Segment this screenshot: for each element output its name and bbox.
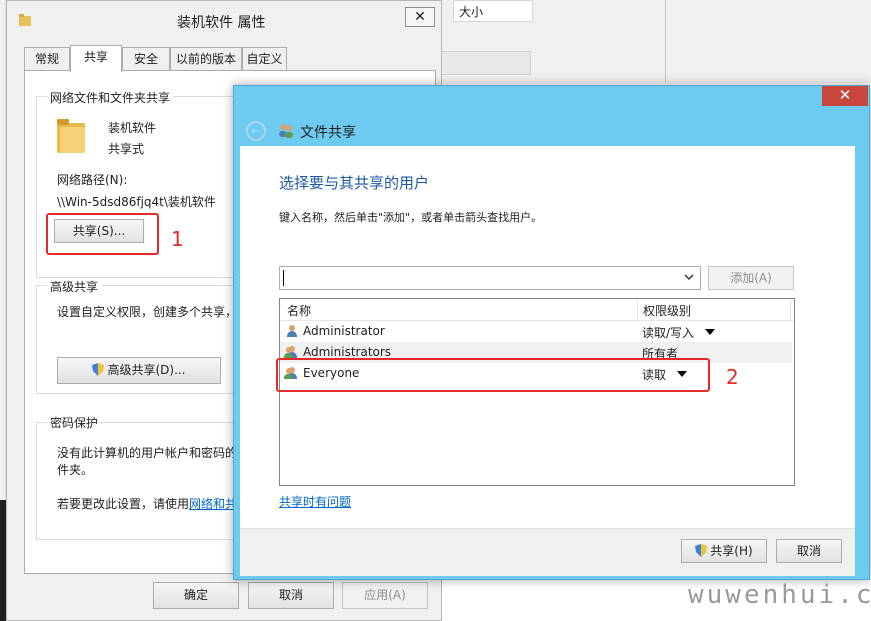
tab-label: 常规 bbox=[34, 52, 59, 66]
uac-shield-icon bbox=[92, 363, 105, 376]
close-icon: ✕ bbox=[414, 9, 426, 25]
advanced-sharing-button[interactable]: 高级共享(D)... bbox=[57, 357, 221, 384]
size-column-header[interactable]: 大小 bbox=[453, 0, 533, 22]
back-button[interactable]: ← bbox=[246, 121, 266, 141]
text-cursor bbox=[283, 270, 284, 286]
annotation-box-2 bbox=[276, 358, 710, 392]
tab-label: 安全 bbox=[133, 52, 158, 66]
network-path-value: \\Win-5dsd86fjq4t\装机软件 bbox=[57, 195, 216, 209]
user-name-combobox[interactable] bbox=[279, 266, 701, 290]
background-row bbox=[441, 51, 531, 75]
user-list: 名称 权限级别 Administrator 读取/写入 Administrato… bbox=[279, 298, 795, 486]
tab-label: 自定义 bbox=[246, 52, 283, 66]
column-header-name[interactable]: 名称 bbox=[287, 302, 311, 319]
network-path-label: 网络路径(N): bbox=[57, 173, 128, 187]
advanced-sharing-title: 高级共享 bbox=[47, 278, 102, 295]
ok-button[interactable]: 确定 bbox=[153, 582, 239, 609]
advanced-sharing-description: 设置自定义权限，创建多个共享，并 bbox=[57, 305, 250, 319]
close-button[interactable]: ✕ bbox=[405, 7, 435, 27]
sharing-footer: 共享(H) 取消 bbox=[240, 528, 855, 576]
watermark: wuwenhui.cn bbox=[688, 580, 871, 610]
tab-previous-versions[interactable]: 以前的版本 bbox=[170, 47, 242, 71]
properties-title: 装机软件 属性 bbox=[177, 15, 266, 31]
close-icon: ✕ bbox=[838, 86, 852, 104]
sharing-help-link[interactable]: 共享时有问题 bbox=[279, 493, 351, 510]
column-divider bbox=[637, 299, 638, 320]
password-description-1: 没有此计算机的用户帐户和密码的用 bbox=[57, 446, 250, 460]
sharing-cancel-button[interactable]: 取消 bbox=[776, 539, 842, 563]
user-name: Administrators bbox=[303, 345, 392, 359]
tab-general[interactable]: 常规 bbox=[24, 47, 70, 71]
network-sharing-title: 网络文件和文件夹共享 bbox=[47, 89, 174, 106]
advanced-sharing-button-label: 高级共享(D)... bbox=[107, 363, 186, 377]
share-confirm-label: 共享(H) bbox=[710, 544, 753, 558]
sharing-close-button[interactable]: ✕ bbox=[822, 86, 868, 106]
file-sharing-dialog: ✕ ← 文件共享 选择要与其共享的用户 键入名称，然后单击"添加"，或者单击箭头… bbox=[233, 85, 870, 580]
folder-icon bbox=[19, 14, 31, 26]
back-arrow-icon: ← bbox=[250, 124, 262, 138]
user-icon bbox=[286, 325, 298, 338]
share-confirm-button[interactable]: 共享(H) bbox=[681, 539, 767, 563]
uac-shield-icon bbox=[695, 544, 708, 557]
tab-sharing[interactable]: 共享 bbox=[70, 45, 122, 72]
tab-label: 以前的版本 bbox=[175, 52, 236, 66]
annotation-box-1 bbox=[46, 213, 159, 255]
list-header: 名称 权限级别 bbox=[280, 299, 794, 321]
sharing-dialog-title: 文件共享 bbox=[300, 125, 356, 141]
sharing-instruction: 键入名称，然后单击"添加"，或者单击箭头查找用户。 bbox=[279, 211, 543, 224]
chevron-down-icon[interactable] bbox=[684, 274, 694, 282]
background-explorer-window: 大小 bbox=[440, 0, 871, 83]
annotation-number-2: 2 bbox=[726, 365, 739, 389]
share-state: 共享式 bbox=[108, 142, 145, 156]
cancel-button[interactable]: 取消 bbox=[248, 582, 334, 609]
tab-security[interactable]: 安全 bbox=[122, 47, 170, 71]
sharing-heading: 选择要与其共享的用户 bbox=[279, 174, 430, 192]
apply-button[interactable]: 应用(A) bbox=[342, 582, 428, 609]
tab-customize[interactable]: 自定义 bbox=[242, 47, 287, 71]
shared-folder-icon bbox=[57, 119, 85, 153]
properties-titlebar: 装机软件 属性 ✕ bbox=[7, 1, 441, 41]
column-header-permission[interactable]: 权限级别 bbox=[643, 302, 691, 319]
annotation-number-1: 1 bbox=[171, 227, 184, 251]
network-sharing-center-link[interactable]: 网络和共 bbox=[189, 497, 237, 511]
column-divider bbox=[790, 299, 791, 320]
tab-label: 共享 bbox=[83, 50, 108, 64]
password-protection-title: 密码保护 bbox=[47, 414, 102, 431]
permission-dropdown-icon[interactable] bbox=[705, 329, 715, 335]
user-name: Administrator bbox=[303, 324, 385, 338]
folder-name: 装机软件 bbox=[108, 121, 157, 135]
add-button[interactable]: 添加(A) bbox=[708, 266, 794, 290]
password-description-2: 件夹。 bbox=[57, 463, 94, 477]
column-divider bbox=[665, 0, 666, 83]
permission-level[interactable]: 读取/写入 bbox=[642, 324, 694, 341]
sharing-users-icon bbox=[279, 124, 293, 138]
password-description-3: 若要更改此设置，请使用网络和共 bbox=[57, 495, 237, 512]
list-item[interactable]: Administrator 读取/写入 bbox=[280, 321, 792, 342]
password-description-3-text: 若要更改此设置，请使用 bbox=[57, 497, 190, 511]
sharing-content: 选择要与其共享的用户 键入名称，然后单击"添加"，或者单击箭头查找用户。 添加(… bbox=[240, 146, 855, 569]
